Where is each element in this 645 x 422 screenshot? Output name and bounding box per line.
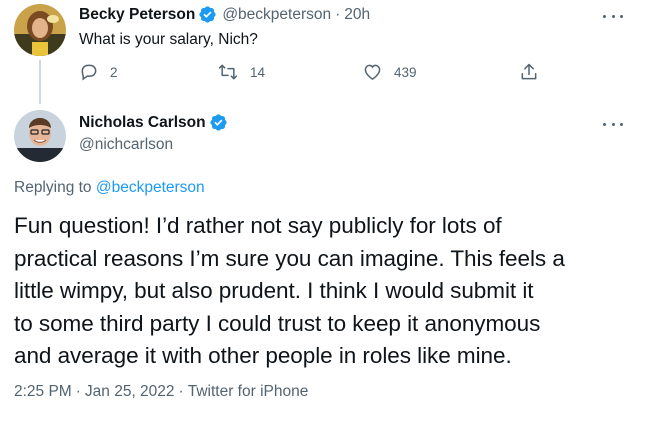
verified-badge-icon <box>198 5 217 24</box>
avatar-image <box>14 4 66 56</box>
like-button[interactable]: 439 <box>362 62 417 82</box>
nick-name-row: Nicholas Carlson <box>79 113 228 132</box>
tweet-text-line: to some third party I could trust to kee… <box>14 310 541 336</box>
retweet-count: 14 <box>250 64 266 80</box>
author-display-name[interactable]: Nicholas Carlson <box>79 114 206 132</box>
like-count: 439 <box>394 64 417 80</box>
reply-button[interactable]: 2 <box>79 62 118 82</box>
replying-prefix: Replying to <box>14 179 92 196</box>
avatar-image <box>14 110 66 162</box>
tweet-metadata: 2:25 PM · Jan 25, 2022 · Twitter for iPhone <box>14 383 308 401</box>
main-tweet-text: Fun question! I’d rather not say publicl… <box>14 210 639 373</box>
tweet-text-line: practical reasons I’m sure you can imagi… <box>14 245 565 271</box>
author-display-name[interactable]: Becky Peterson <box>79 6 195 24</box>
reply-count: 2 <box>110 64 118 80</box>
retweet-button[interactable]: 14 <box>217 62 265 82</box>
retweet-icon <box>218 64 238 80</box>
separator-dot: · <box>178 383 184 400</box>
tweet-actions-bar: 2 14 439 <box>79 62 549 86</box>
tweet-date[interactable]: Jan 25, 2022 <box>85 383 175 400</box>
thread-connector-line <box>39 60 41 104</box>
reply-to-tweet-text: What is your salary, Nich? <box>79 31 258 48</box>
replying-to-line: Replying to @beckpeterson <box>14 179 205 197</box>
reply-icon <box>81 64 97 81</box>
tweet-time-ago[interactable]: 20h <box>344 6 370 24</box>
tweet-text-line: little wimpy, but also prudent. I think … <box>14 278 534 303</box>
tweet-text-line: Fun question! I’d rather not say publicl… <box>14 213 502 238</box>
more-options-icon[interactable] <box>603 119 623 129</box>
tweet-time[interactable]: 2:25 PM <box>14 383 72 400</box>
share-icon <box>521 63 537 80</box>
tweet-text-line: and average it with other people in role… <box>14 343 512 368</box>
more-options-icon[interactable] <box>603 11 623 21</box>
avatar-becky-peterson[interactable] <box>14 4 66 56</box>
author-handle[interactable]: @beckpeterson <box>222 6 331 24</box>
share-button[interactable] <box>519 62 539 82</box>
separator-dot: · <box>335 5 341 23</box>
heart-icon <box>364 64 381 80</box>
tweet-client: Twitter for iPhone <box>187 383 309 400</box>
avatar-nicholas-carlson[interactable] <box>14 110 66 162</box>
separator-dot: · <box>75 383 81 400</box>
becky-name-row: Becky Peterson @beckpeterson · 20h <box>79 5 370 24</box>
replying-to-handle-link[interactable]: @beckpeterson <box>96 179 205 196</box>
verified-badge-icon <box>209 113 228 132</box>
author-handle[interactable]: @nichcarlson <box>79 136 173 154</box>
